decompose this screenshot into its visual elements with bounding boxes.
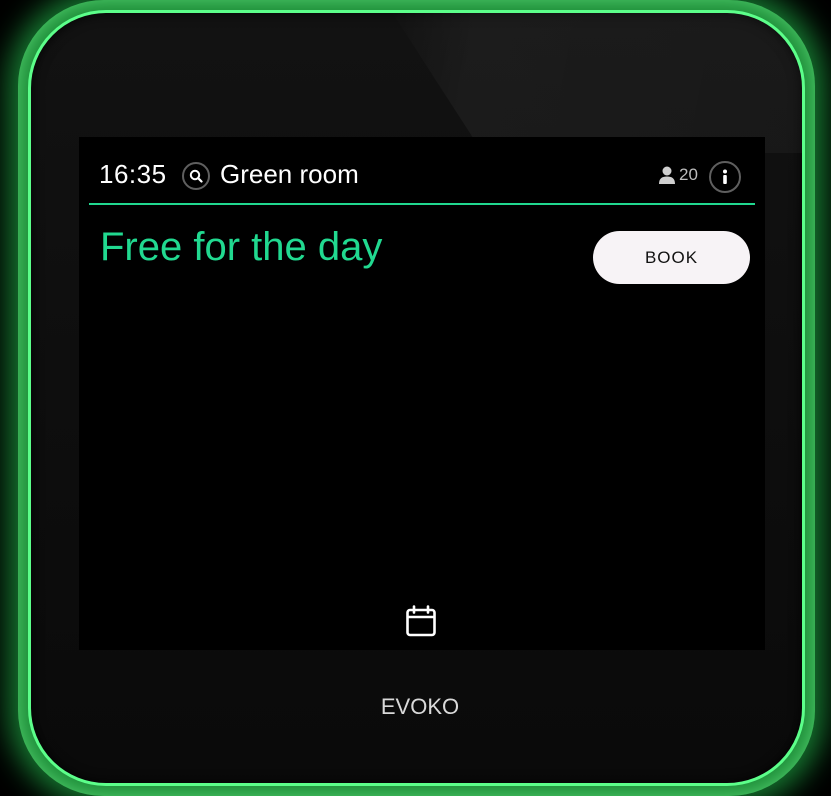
room-name: Green room: [220, 159, 359, 189]
calendar-icon: [406, 605, 436, 637]
device-stage: 16:35 Green room 20 Free for the day BOO…: [0, 0, 831, 796]
touch-screen: 16:35 Green room 20 Free for the day BOO…: [79, 137, 765, 650]
glass-reflection: [386, 13, 802, 153]
search-icon: [189, 169, 203, 183]
header-bar: 16:35 Green room 20: [89, 137, 755, 205]
capacity-count: 20: [679, 165, 698, 184]
clock: 16:35: [99, 159, 167, 189]
book-button[interactable]: BOOK: [593, 231, 750, 284]
availability-status: Free for the day: [100, 225, 383, 269]
room-capacity: 20: [657, 165, 698, 185]
person-icon: [659, 166, 675, 184]
brand-logo: EVOKO: [380, 694, 460, 719]
info-button[interactable]: [709, 161, 741, 193]
search-button[interactable]: [182, 162, 210, 190]
info-icon: [723, 169, 727, 184]
calendar-button[interactable]: [404, 604, 438, 638]
